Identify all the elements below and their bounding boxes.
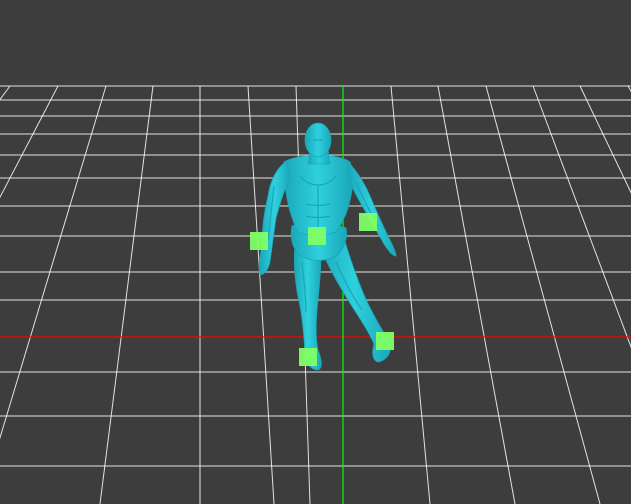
grid-line: [247, 85, 275, 504]
left-hand-handle[interactable]: [359, 213, 377, 231]
grid-line: [390, 85, 431, 504]
grid-line: [0, 85, 59, 199]
left-foot-handle[interactable]: [376, 332, 394, 350]
3d-viewport[interactable]: [0, 0, 631, 504]
right-arm: [258, 161, 291, 275]
left-arm: [347, 161, 397, 257]
character-mesh[interactable]: [258, 122, 397, 371]
grid-line: [99, 85, 154, 504]
grid-line: [0, 85, 107, 440]
grid-line: [579, 85, 631, 194]
hips-handle[interactable]: [308, 227, 326, 245]
grid-line: [532, 85, 631, 349]
viewport-scene[interactable]: [0, 0, 631, 504]
grid-line: [0, 85, 11, 101]
right-foot-handle[interactable]: [299, 348, 317, 366]
right-hand-handle[interactable]: [250, 232, 268, 250]
